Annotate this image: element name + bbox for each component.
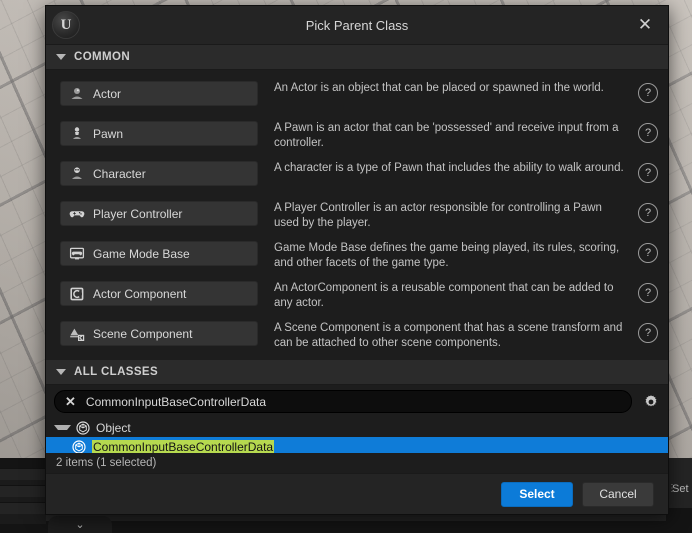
common-class-row: Character A character is a type of Pawn … xyxy=(46,156,668,196)
common-class-row: Actor Component An ActorComponent is a r… xyxy=(46,276,668,316)
class-tree[interactable]: Object CommonInputBaseControllerData xyxy=(46,418,668,453)
pawn-icon xyxy=(69,126,85,142)
common-section-header[interactable]: COMMON xyxy=(46,45,668,70)
common-class-row: Pawn A Pawn is an actor that can be 'pos… xyxy=(46,116,668,156)
common-class-row: Scene Component A Scene Component is a c… xyxy=(46,316,668,356)
help-icon[interactable]: ? xyxy=(638,83,658,103)
class-label: Game Mode Base xyxy=(93,246,190,261)
class-button-game-mode-base[interactable]: Game Mode Base xyxy=(60,241,258,266)
class-description: A Scene Component is a component that ha… xyxy=(274,322,623,349)
chevron-down-icon xyxy=(56,54,66,60)
expand-chevron-button[interactable]: ⌄ xyxy=(48,516,112,533)
object-class-icon xyxy=(76,420,90,435)
select-button[interactable]: Select xyxy=(501,481,573,507)
class-label: Scene Component xyxy=(93,326,193,341)
help-icon[interactable]: ? xyxy=(638,243,658,263)
tree-item-label: CommonInputBaseControllerData xyxy=(92,439,275,453)
all-classes-section-header[interactable]: ALL CLASSES xyxy=(46,360,668,385)
search-input[interactable]: ✕ CommonInputBaseControllerData xyxy=(54,390,632,413)
class-label: Actor xyxy=(93,86,122,101)
class-button-actor[interactable]: Actor xyxy=(60,81,258,106)
editor-left-row xyxy=(0,485,46,497)
common-class-row: Game Mode Base Game Mode Base defines th… xyxy=(46,236,668,276)
search-input-value: CommonInputBaseControllerData xyxy=(85,394,266,409)
actor-component-icon xyxy=(69,286,85,302)
class-description: An ActorComponent is a reusable componen… xyxy=(274,282,614,309)
class-button-character[interactable]: Character xyxy=(60,161,258,186)
all-classes-section-label: ALL CLASSES xyxy=(74,366,159,378)
tree-item-commoninputbasecontrollerdata[interactable]: CommonInputBaseControllerData xyxy=(46,437,668,453)
class-description: A Player Controller is an actor responsi… xyxy=(274,202,602,229)
clear-search-icon[interactable]: ✕ xyxy=(65,394,76,410)
actor-icon xyxy=(69,86,85,102)
class-button-scene-component[interactable]: Scene Component xyxy=(60,321,258,346)
help-icon[interactable]: ? xyxy=(638,203,658,223)
editor-left-rows xyxy=(0,468,46,524)
editor-left-row xyxy=(0,502,46,514)
help-icon[interactable]: ? xyxy=(638,323,658,343)
gamepad-icon xyxy=(69,206,85,222)
unreal-logo-icon: U xyxy=(52,11,80,39)
class-label: Actor Component xyxy=(93,286,187,301)
dialog-title: Pick Parent Class xyxy=(305,17,409,33)
class-label: Pawn xyxy=(93,126,124,141)
common-class-list: Actor An Actor is an object that can be … xyxy=(46,70,668,360)
chevron-down-icon: ⌄ xyxy=(75,519,85,531)
dialog-footer: Select Cancel xyxy=(46,473,668,514)
tree-item-label: Object xyxy=(96,420,131,435)
chevron-down-icon xyxy=(56,369,66,375)
class-description: An Actor is an object that can be placed… xyxy=(274,82,604,94)
character-icon xyxy=(69,166,85,182)
status-bar: 2 items (1 selected) xyxy=(46,453,668,473)
class-label: Player Controller xyxy=(93,206,183,221)
common-class-row: Actor An Actor is an object that can be … xyxy=(46,76,668,116)
close-icon[interactable]: ✕ xyxy=(634,14,656,36)
all-classes-body: ✕ CommonInputBaseControllerData Object C… xyxy=(46,385,668,473)
help-icon[interactable]: ? xyxy=(638,283,658,303)
editor-right-panel-label: Set xyxy=(672,483,689,495)
class-description: Game Mode Base defines the game being pl… xyxy=(274,242,620,269)
class-description: A character is a type of Pawn that inclu… xyxy=(274,162,624,174)
common-class-row: Player Controller A Player Controller is… xyxy=(46,196,668,236)
object-class-icon xyxy=(72,439,86,453)
help-icon[interactable]: ? xyxy=(638,123,658,143)
cancel-button[interactable]: Cancel xyxy=(582,481,654,507)
class-button-player-controller[interactable]: Player Controller xyxy=(60,201,258,226)
dialog-titlebar[interactable]: U Pick Parent Class ✕ xyxy=(46,6,668,45)
chevron-down-icon[interactable] xyxy=(54,425,71,430)
search-row: ✕ CommonInputBaseControllerData xyxy=(46,385,668,418)
class-description: A Pawn is an actor that can be 'possesse… xyxy=(274,122,619,149)
unreal-logo-glyph: U xyxy=(60,16,72,33)
common-section-label: COMMON xyxy=(74,51,131,63)
class-button-pawn[interactable]: Pawn xyxy=(60,121,258,146)
class-button-actor-component[interactable]: Actor Component xyxy=(60,281,258,306)
pick-parent-class-dialog: U Pick Parent Class ✕ COMMON Actor An Ac… xyxy=(45,5,669,515)
tree-item-object[interactable]: Object xyxy=(46,418,668,437)
gear-icon[interactable] xyxy=(640,391,662,413)
screen: ⋮ Set ⌄ U Pick Parent Class ✕ COMMON Act… xyxy=(0,0,692,533)
scene-component-icon xyxy=(69,326,85,342)
editor-left-row xyxy=(0,468,46,480)
class-label: Character xyxy=(93,166,146,181)
help-icon[interactable]: ? xyxy=(638,163,658,183)
game-mode-icon xyxy=(69,246,85,262)
